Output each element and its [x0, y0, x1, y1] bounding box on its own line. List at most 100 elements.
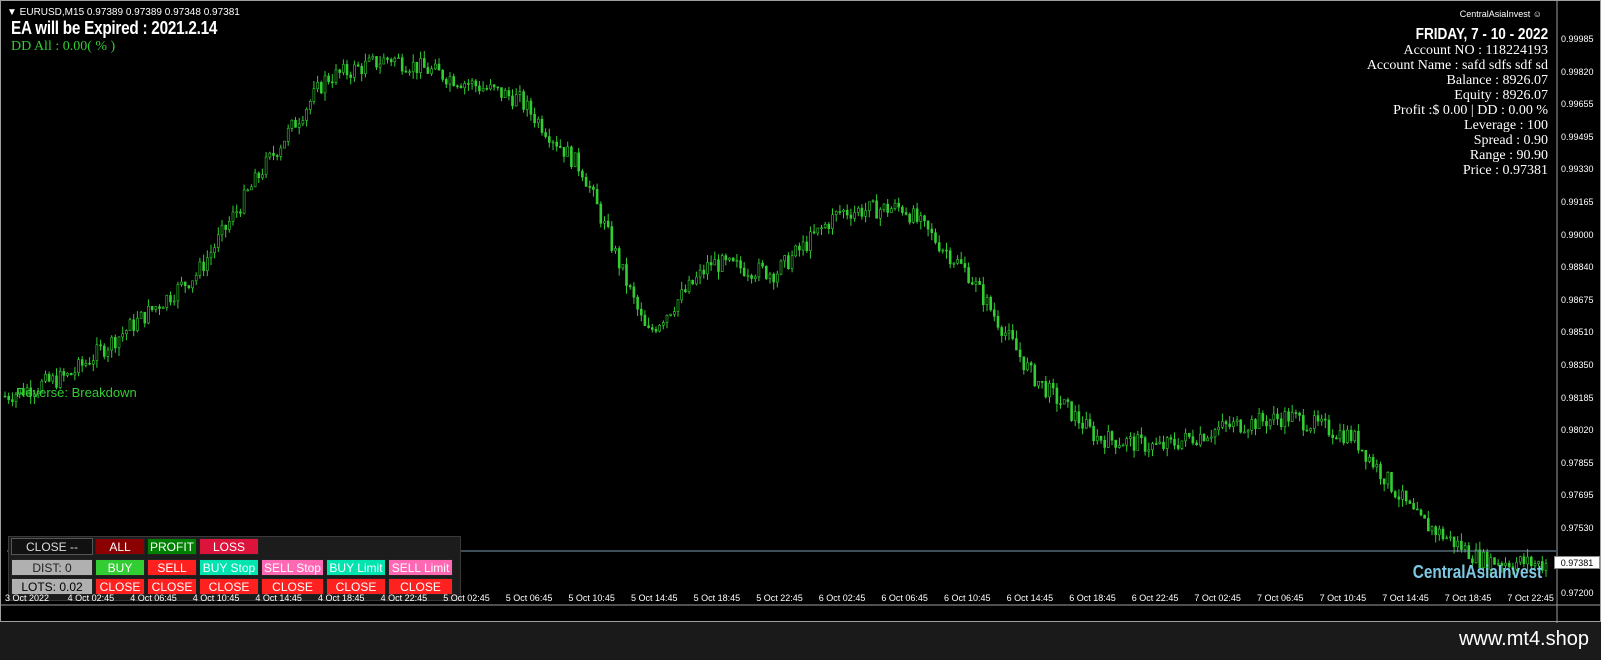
buy-button[interactable]: BUY	[95, 559, 145, 576]
candle-body	[217, 234, 220, 248]
candle-body	[404, 70, 408, 73]
candle-body	[1360, 449, 1364, 452]
candle-body	[581, 170, 584, 178]
candle-body	[1390, 472, 1393, 492]
candle-body	[198, 261, 202, 276]
close-all-button[interactable]: ALL	[95, 538, 145, 555]
price-axis-label: 0.97855	[1561, 457, 1594, 468]
candle-body	[908, 213, 912, 223]
candle-body	[1217, 426, 1220, 431]
account-info-panel: FRIDAY, 7 - 10 - 2022 Account NO : 11822…	[1367, 26, 1548, 179]
candle-body	[963, 263, 967, 268]
candle-body	[577, 152, 581, 172]
buy-stop-button[interactable]: BUY Stop	[199, 559, 259, 576]
candle-body	[981, 284, 985, 306]
sell-stop-button[interactable]: SELL Stop	[261, 559, 324, 576]
candle-body	[1011, 330, 1015, 339]
candle-body	[492, 84, 496, 88]
time-axis-label: 7 Oct 22:45	[1507, 593, 1554, 603]
candle-body	[231, 211, 235, 222]
candle-body	[73, 372, 77, 376]
candle-body	[647, 325, 650, 328]
candle-body	[342, 64, 345, 73]
candle-body	[345, 64, 349, 76]
candle-body	[923, 215, 926, 222]
candle-body	[103, 345, 106, 357]
candle-body	[518, 91, 522, 95]
candle-body	[511, 95, 514, 107]
candle-body	[1044, 381, 1048, 398]
date-label: FRIDAY, 7 - 10 - 2022	[1415, 26, 1548, 43]
candle-body	[691, 279, 695, 285]
candle-body	[444, 79, 448, 85]
candle-body	[206, 257, 209, 271]
candle-body	[1397, 496, 1401, 500]
candle-body	[213, 247, 216, 254]
candle-body	[1107, 431, 1110, 448]
candle-body	[1460, 540, 1463, 550]
brand-bottom-label: CentralAsiaInvest	[1412, 562, 1542, 582]
close-profit-button[interactable]: PROFIT	[147, 538, 197, 555]
candle-body	[275, 155, 279, 157]
candle-body	[202, 261, 205, 271]
dist-field[interactable]: DIST: 0	[11, 559, 93, 576]
candle-body	[411, 61, 415, 73]
candle-body	[1206, 437, 1209, 442]
time-axis-label: 5 Oct 06:45	[505, 593, 553, 603]
candle-body	[1132, 436, 1136, 451]
candle-body	[603, 220, 606, 224]
candle-body	[353, 64, 356, 78]
candle-body	[496, 86, 500, 89]
candle-body	[570, 146, 573, 167]
candle-body	[121, 333, 124, 338]
time-axis-label: 4 Oct 06:45	[130, 593, 177, 603]
candle-body	[1276, 413, 1279, 420]
candle-body	[290, 119, 294, 129]
candle-body	[386, 57, 389, 60]
candle-body	[1118, 445, 1121, 448]
candle-body	[297, 123, 301, 128]
chart-window[interactable]: ▼ EURUSD,M15 0.97389 0.97389 0.97348 0.9…	[0, 0, 1601, 623]
candle-body	[503, 90, 507, 98]
sell-button[interactable]: SELL	[147, 559, 197, 576]
candle-body	[1022, 356, 1026, 371]
candle-body	[1305, 429, 1309, 432]
buy-limit-button[interactable]: BUY Limit	[326, 559, 386, 576]
candle-body	[673, 311, 676, 315]
candle-body	[62, 371, 66, 376]
candle-body	[948, 250, 952, 265]
candle-body	[1371, 456, 1375, 468]
time-axis-label: 5 Oct 02:45	[443, 593, 490, 603]
sell-limit-button[interactable]: SELL Limit	[388, 559, 453, 576]
close-loss-button[interactable]: LOSS	[199, 538, 259, 555]
price-axis-label: 0.97695	[1561, 490, 1594, 501]
time-axis-label: 7 Oct 06:45	[1257, 593, 1304, 603]
candle-body	[592, 186, 595, 190]
candle-body	[617, 248, 621, 269]
candle-body	[1357, 430, 1360, 451]
candle-body	[956, 259, 959, 264]
mt4-window: ▼ EURUSD,M15 0.97389 0.97389 0.97348 0.9…	[0, 0, 1601, 660]
candle-body	[1250, 419, 1254, 431]
candle-body	[625, 264, 628, 286]
candle-body	[7, 395, 10, 400]
candle-body	[132, 319, 135, 331]
candle-body	[356, 64, 360, 67]
candle-body	[176, 284, 180, 302]
candle-body	[1055, 387, 1059, 404]
candle-body	[1176, 445, 1180, 449]
candle-body	[1099, 435, 1103, 441]
candle-body	[349, 74, 353, 78]
candle-body	[1246, 429, 1250, 433]
candle-body	[415, 61, 419, 74]
candle-body	[1073, 411, 1077, 421]
candle-body	[1272, 413, 1276, 421]
price-chart[interactable]	[1, 1, 1601, 623]
candle-body	[1449, 536, 1452, 539]
candle-body	[301, 120, 305, 125]
candle-body	[161, 307, 165, 309]
candle-body	[84, 362, 88, 366]
candle-body	[665, 314, 669, 323]
candle-body	[1169, 437, 1173, 440]
candle-body	[250, 186, 253, 191]
